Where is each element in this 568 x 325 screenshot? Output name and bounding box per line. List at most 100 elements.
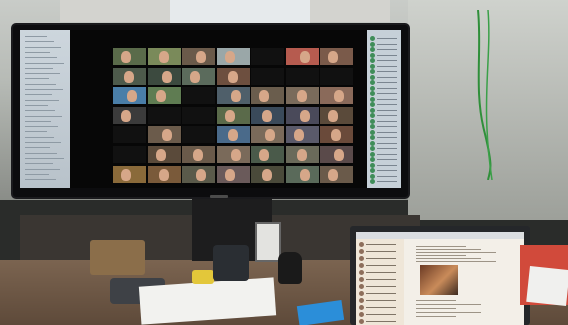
- chat-text-line: [25, 94, 52, 96]
- message-text-line: [366, 314, 396, 315]
- avatar: [359, 284, 364, 289]
- participant-name-line: [377, 98, 397, 100]
- participant-name-line: [377, 93, 397, 94]
- chat-text-line: [25, 142, 61, 143]
- participant-face: [161, 70, 172, 83]
- participant-face: [196, 168, 206, 181]
- participant-name-line: [377, 164, 397, 166]
- participant-name-line: [377, 126, 397, 127]
- video-tile: [285, 106, 319, 124]
- message-text-line: [366, 321, 396, 322]
- participant-name-line: [377, 148, 397, 149]
- content-text-line: [416, 316, 456, 317]
- laptop-icon: [350, 226, 530, 325]
- content-text-line: [416, 308, 456, 309]
- chat-text-line: [25, 83, 56, 85]
- participant-avatar: [370, 85, 375, 91]
- participant-avatar: [370, 52, 375, 58]
- video-tile: [285, 48, 319, 65]
- participant-face: [155, 149, 166, 161]
- participant-avatar: [370, 96, 375, 102]
- chat-text-line: [25, 62, 64, 64]
- message-text-line: [366, 265, 396, 266]
- video-tile: [216, 146, 250, 163]
- participant-name-line: [377, 109, 397, 111]
- participant-avatar: [370, 113, 375, 118]
- participant-face: [293, 129, 304, 142]
- shared-photo: [420, 265, 458, 295]
- chat-text-line: [25, 179, 56, 181]
- participant-avatar: [370, 157, 375, 162]
- video-tile: [182, 67, 215, 85]
- participant-avatar: [370, 146, 375, 151]
- avatar: [359, 305, 364, 310]
- participant-face: [155, 90, 166, 103]
- chat-text-line: [25, 163, 53, 165]
- browser-toolbar: [356, 232, 524, 239]
- participant-face: [259, 149, 269, 161]
- content-text-line: [416, 246, 466, 247]
- message-row: [359, 242, 401, 248]
- participant-avatar: [370, 69, 375, 74]
- participant-face: [121, 51, 131, 63]
- participant-face: [127, 90, 137, 103]
- participant-name-line: [377, 49, 397, 50]
- chat-text-line: [25, 57, 57, 59]
- video-tile: [251, 165, 284, 183]
- participant-avatar: [370, 179, 375, 184]
- chat-text-line: [25, 36, 47, 37]
- participant-name-line: [377, 175, 397, 177]
- video-tile: [182, 48, 215, 65]
- participant-avatar: [370, 162, 375, 168]
- content-text-line: [416, 258, 481, 259]
- video-tile: [251, 48, 284, 65]
- window-light: [170, 0, 310, 25]
- video-tile: [147, 48, 181, 65]
- video-tile: [182, 106, 215, 124]
- message-row: [359, 263, 401, 269]
- participant-avatar: [370, 58, 375, 63]
- participant-face: [193, 149, 203, 161]
- video-tile: [320, 48, 353, 65]
- chat-text-line: [25, 157, 64, 159]
- participant-name-line: [377, 76, 397, 78]
- chat-text-line: [25, 78, 49, 80]
- participant-name-line: [377, 142, 397, 144]
- video-tile: [285, 87, 319, 105]
- hanging-cables: [477, 10, 493, 180]
- video-tile: [113, 67, 146, 85]
- video-tile: [182, 126, 215, 144]
- video-tile: [113, 146, 146, 163]
- message-row: [359, 291, 401, 297]
- chat-text-line: [25, 168, 60, 170]
- chat-text-line: [25, 73, 60, 75]
- participant-face: [227, 129, 238, 142]
- video-tile: [113, 106, 146, 124]
- message-row: [359, 270, 401, 276]
- external-monitor-icon: [13, 25, 408, 198]
- video-tile: [147, 87, 181, 105]
- chat-text-line: [25, 147, 50, 149]
- chat-text-line: [25, 136, 54, 138]
- participant-face: [230, 90, 241, 103]
- avatar: [359, 298, 364, 303]
- participant-face: [259, 90, 269, 103]
- cup-icon: [192, 270, 214, 284]
- content-text-line: [416, 304, 481, 305]
- participant-face: [296, 90, 307, 103]
- chat-text-line: [25, 46, 61, 48]
- participant-avatar: [370, 168, 375, 173]
- participant-avatar: [370, 80, 375, 85]
- participant-face: [224, 168, 235, 181]
- content-text-line: [416, 261, 496, 262]
- docking-device: [213, 245, 249, 281]
- message-row: [359, 305, 401, 311]
- message-row: [359, 249, 401, 255]
- participant-name-line: [377, 115, 397, 116]
- video-tile: [320, 87, 353, 105]
- avatar: [359, 249, 364, 254]
- content-text-line: [416, 249, 481, 250]
- video-tile: [251, 106, 284, 124]
- video-tile: [320, 126, 353, 144]
- video-tile: [320, 146, 353, 163]
